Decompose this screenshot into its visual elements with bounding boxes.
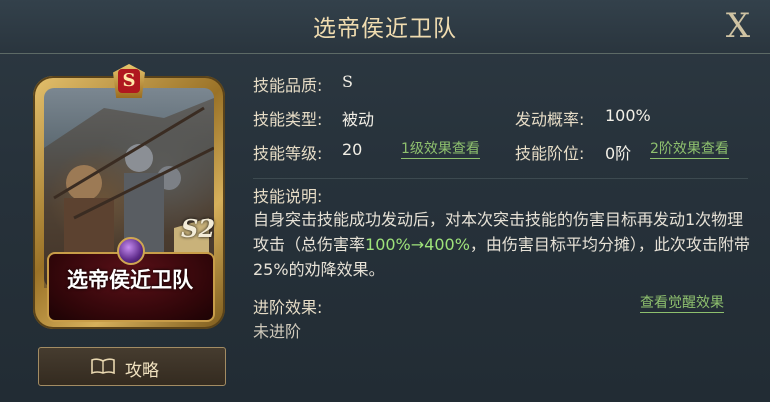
book-icon (91, 358, 115, 374)
skill-card: S S2 选帝侯近卫队 (33, 64, 225, 329)
type-value: 被动 (342, 110, 375, 129)
guide-label: 攻略 (125, 361, 159, 381)
type-label: 技能类型: (253, 110, 323, 129)
quality-label: 技能品质: (253, 76, 323, 95)
tier-label: 技能阶位: (515, 144, 585, 163)
level-value: 20 (342, 140, 363, 159)
tier-value: 0阶 (605, 144, 632, 163)
advance-label: 进阶效果: (253, 298, 323, 317)
close-button[interactable]: X (716, 6, 760, 46)
tier2-effect-link[interactable]: 2阶效果查看 (650, 141, 729, 159)
damage-rate-highlight: 100%→400% (365, 235, 470, 254)
quality-value: S (342, 72, 353, 91)
card-grade: S2 (181, 214, 216, 243)
purple-gem-icon (117, 237, 145, 265)
awakening-effect-link[interactable]: 查看觉醒效果 (640, 295, 724, 313)
header-bar: 选帝侯近卫队 X (0, 0, 770, 54)
skill-detail-panel: 选帝侯近卫队 X S S2 选帝侯近卫队 攻略 技能品质: S 技能类型: 被动… (0, 0, 770, 402)
skill-description: 自身突击技能成功发动后，对本次突击技能的伤害目标再发动1次物理攻击（总伤害率10… (253, 207, 753, 282)
description-label: 技能说明: (253, 187, 323, 206)
advance-value: 未进阶 (253, 322, 302, 341)
rank-badge: S (118, 69, 140, 93)
rate-value: 100% (605, 106, 651, 125)
guide-button[interactable]: 攻略 (38, 347, 226, 386)
divider (253, 178, 748, 179)
level1-effect-link[interactable]: 1级效果查看 (401, 141, 480, 159)
level-label: 技能等级: (253, 144, 323, 163)
card-name: 选帝侯近卫队 (67, 268, 193, 292)
rate-label: 发动概率: (515, 110, 585, 129)
panel-title: 选帝侯近卫队 (313, 16, 457, 42)
